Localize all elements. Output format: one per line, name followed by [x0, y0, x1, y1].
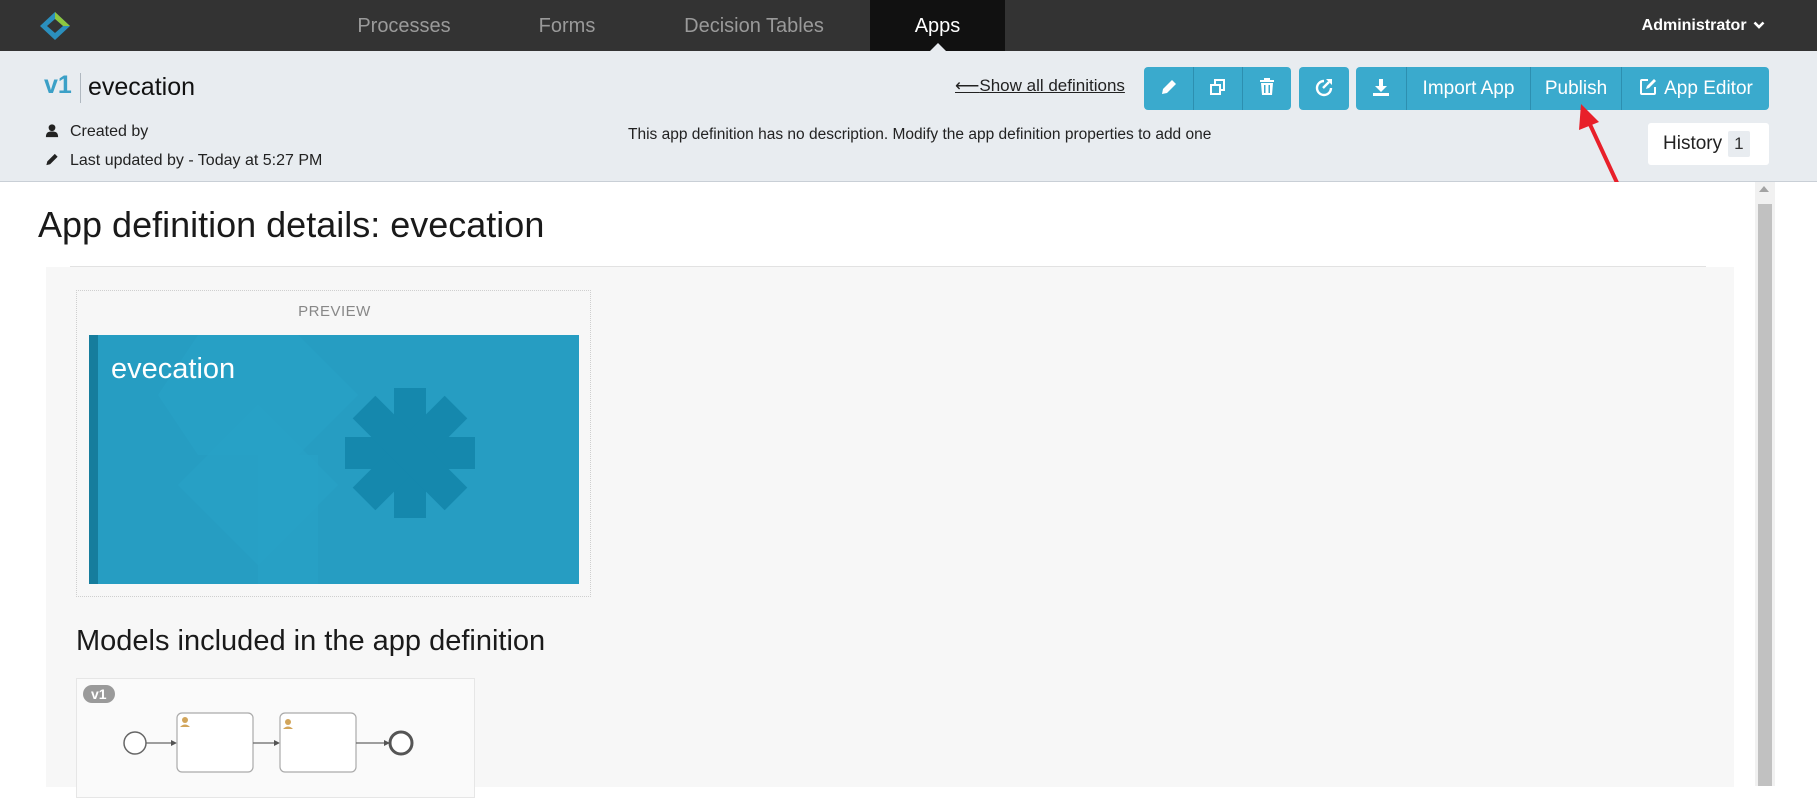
import-app-button[interactable]: Import App: [1407, 67, 1530, 110]
nav-decision-tables[interactable]: Decision Tables: [668, 0, 840, 51]
show-all-definitions-link[interactable]: ⟵Show all definitions: [955, 76, 1125, 96]
created-by-text: Created by: [70, 123, 149, 140]
app-description: This app definition has no description. …: [628, 126, 1212, 143]
top-navbar: Processes Forms Decision Tables Apps Adm…: [0, 0, 1817, 51]
scroll-thumb[interactable]: [1758, 204, 1772, 786]
show-all-text: Show all definitions: [979, 76, 1125, 95]
history-label: History: [1663, 133, 1723, 154]
details-panel: PREVIEW evecation Models included in the…: [46, 267, 1734, 798]
user-icon: [45, 124, 59, 138]
nav-forms[interactable]: Forms: [518, 0, 616, 51]
nav-apps[interactable]: Apps: [870, 0, 1005, 51]
share-icon: [1315, 79, 1333, 97]
version-label: v1: [44, 71, 72, 99]
last-updated-text: Last updated by - Today at 5:27 PM: [70, 152, 323, 169]
pencil-icon: [1161, 80, 1176, 94]
app-tile[interactable]: evecation: [89, 335, 579, 584]
pencil-icon: [46, 153, 58, 166]
share-button[interactable]: [1299, 67, 1349, 110]
tile-app-name: evecation: [111, 353, 236, 385]
created-by: Created by: [44, 123, 148, 141]
divider: [80, 73, 81, 103]
app-editor-button[interactable]: App Editor: [1622, 67, 1769, 110]
edit-button[interactable]: [1144, 67, 1193, 110]
edit-square-icon: [1640, 79, 1657, 95]
copy-icon: [1210, 79, 1225, 95]
app-editor-label: App Editor: [1664, 78, 1753, 99]
duplicate-button[interactable]: [1194, 67, 1242, 110]
delete-button[interactable]: [1243, 67, 1291, 110]
export-button[interactable]: [1356, 67, 1406, 110]
logo-icon[interactable]: [36, 10, 74, 42]
page-title: App definition details: evecation: [38, 204, 545, 245]
history-count-badge: 1: [1728, 131, 1750, 157]
nav-apps-label: Apps: [914, 15, 961, 37]
preview-box: PREVIEW evecation: [76, 290, 591, 597]
main-content: App definition details: evecation PREVIE…: [0, 182, 1817, 798]
app-definition-header: v1 evecation Created by Last updated by …: [0, 51, 1817, 182]
user-name: Administrator: [1641, 17, 1747, 34]
trash-icon: [1260, 78, 1274, 95]
chevron-down-icon: [1753, 21, 1765, 29]
preview-label: PREVIEW: [298, 303, 371, 320]
last-updated: Last updated by - Today at 5:27 PM: [44, 152, 322, 170]
arrow-left-icon: ⟵: [955, 76, 980, 95]
download-icon: [1373, 79, 1389, 96]
vertical-scrollbar[interactable]: [1755, 182, 1775, 786]
app-name: evecation: [88, 73, 196, 101]
user-menu[interactable]: Administrator: [1642, 0, 1765, 51]
process-diagram-thumbnail: [123, 712, 414, 773]
history-button[interactable]: History 1: [1648, 123, 1769, 165]
active-tab-caret: [929, 43, 946, 51]
scroll-up-arrow-icon[interactable]: [1759, 186, 1769, 192]
model-card[interactable]: v1: [76, 678, 475, 798]
nav-processes[interactable]: Processes: [340, 0, 468, 51]
models-section-title: Models included in the app definition: [76, 625, 546, 657]
